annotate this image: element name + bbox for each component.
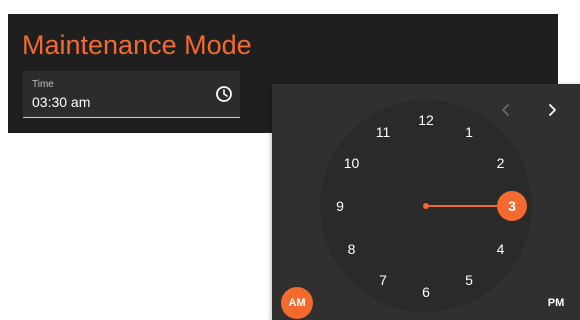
hour-6[interactable]: 6 [411, 277, 441, 307]
clock-icon[interactable] [215, 85, 233, 103]
clock-dial[interactable]: 12 1 2 3 4 5 6 7 8 9 10 11 [320, 100, 532, 312]
hour-3[interactable]: 3 [497, 191, 527, 221]
hour-11[interactable]: 11 [368, 117, 398, 147]
time-field-value[interactable]: 03:30 am [32, 93, 90, 111]
page: Maintenance Mode Time 03:30 am 12 1 2 3 4 5 6 7… [0, 0, 580, 320]
page-title: Maintenance Mode [22, 30, 252, 60]
clock-center-dot [423, 203, 429, 209]
time-field[interactable]: Time 03:30 am [23, 71, 240, 118]
time-field-label: Time [32, 79, 54, 90]
hour-9[interactable]: 9 [325, 191, 355, 221]
time-picker-dialog: 12 1 2 3 4 5 6 7 8 9 10 11 AM PM [272, 84, 580, 320]
chevron-right-icon[interactable] [542, 100, 562, 120]
hour-12[interactable]: 12 [411, 105, 441, 135]
hour-10[interactable]: 10 [337, 148, 367, 178]
hour-8[interactable]: 8 [337, 234, 367, 264]
pm-button[interactable]: PM [540, 287, 572, 319]
am-button[interactable]: AM [281, 287, 313, 319]
hour-1[interactable]: 1 [454, 117, 484, 147]
